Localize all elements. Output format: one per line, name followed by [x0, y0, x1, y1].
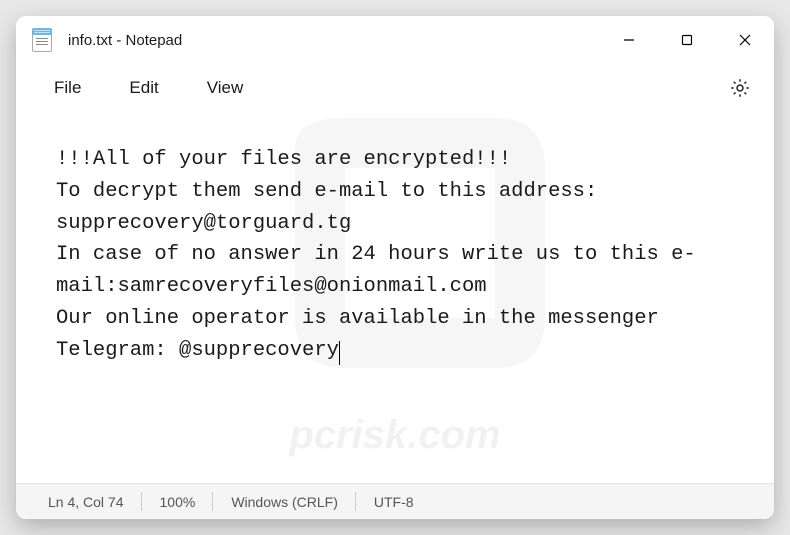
maximize-icon: [681, 34, 693, 46]
close-icon: [739, 34, 751, 46]
gear-icon: [729, 77, 751, 99]
minimize-icon: [623, 34, 635, 46]
text-caret: [339, 341, 340, 365]
minimize-button[interactable]: [600, 16, 658, 64]
status-line-ending: Windows (CRLF): [213, 484, 356, 519]
titlebar: info.txt - Notepad: [16, 16, 774, 64]
window-controls: [600, 16, 774, 64]
window-title: info.txt - Notepad: [68, 32, 600, 49]
maximize-button[interactable]: [658, 16, 716, 64]
notepad-window: pcrisk.com info.txt - Notepad File Edit …: [16, 16, 774, 519]
menu-view[interactable]: View: [185, 72, 266, 104]
editor-content: !!!All of your files are encrypted!!! To…: [56, 148, 696, 362]
settings-button[interactable]: [722, 70, 758, 106]
status-zoom: 100%: [142, 484, 214, 519]
close-button[interactable]: [716, 16, 774, 64]
text-editor[interactable]: !!!All of your files are encrypted!!! To…: [16, 112, 774, 483]
notepad-icon: [32, 28, 52, 52]
statusbar: Ln 4, Col 74 100% Windows (CRLF) UTF-8: [16, 483, 774, 519]
menu-file[interactable]: File: [32, 72, 103, 104]
status-encoding: UTF-8: [356, 484, 432, 519]
menubar: File Edit View: [16, 64, 774, 112]
status-position: Ln 4, Col 74: [24, 484, 142, 519]
menu-edit[interactable]: Edit: [107, 72, 180, 104]
